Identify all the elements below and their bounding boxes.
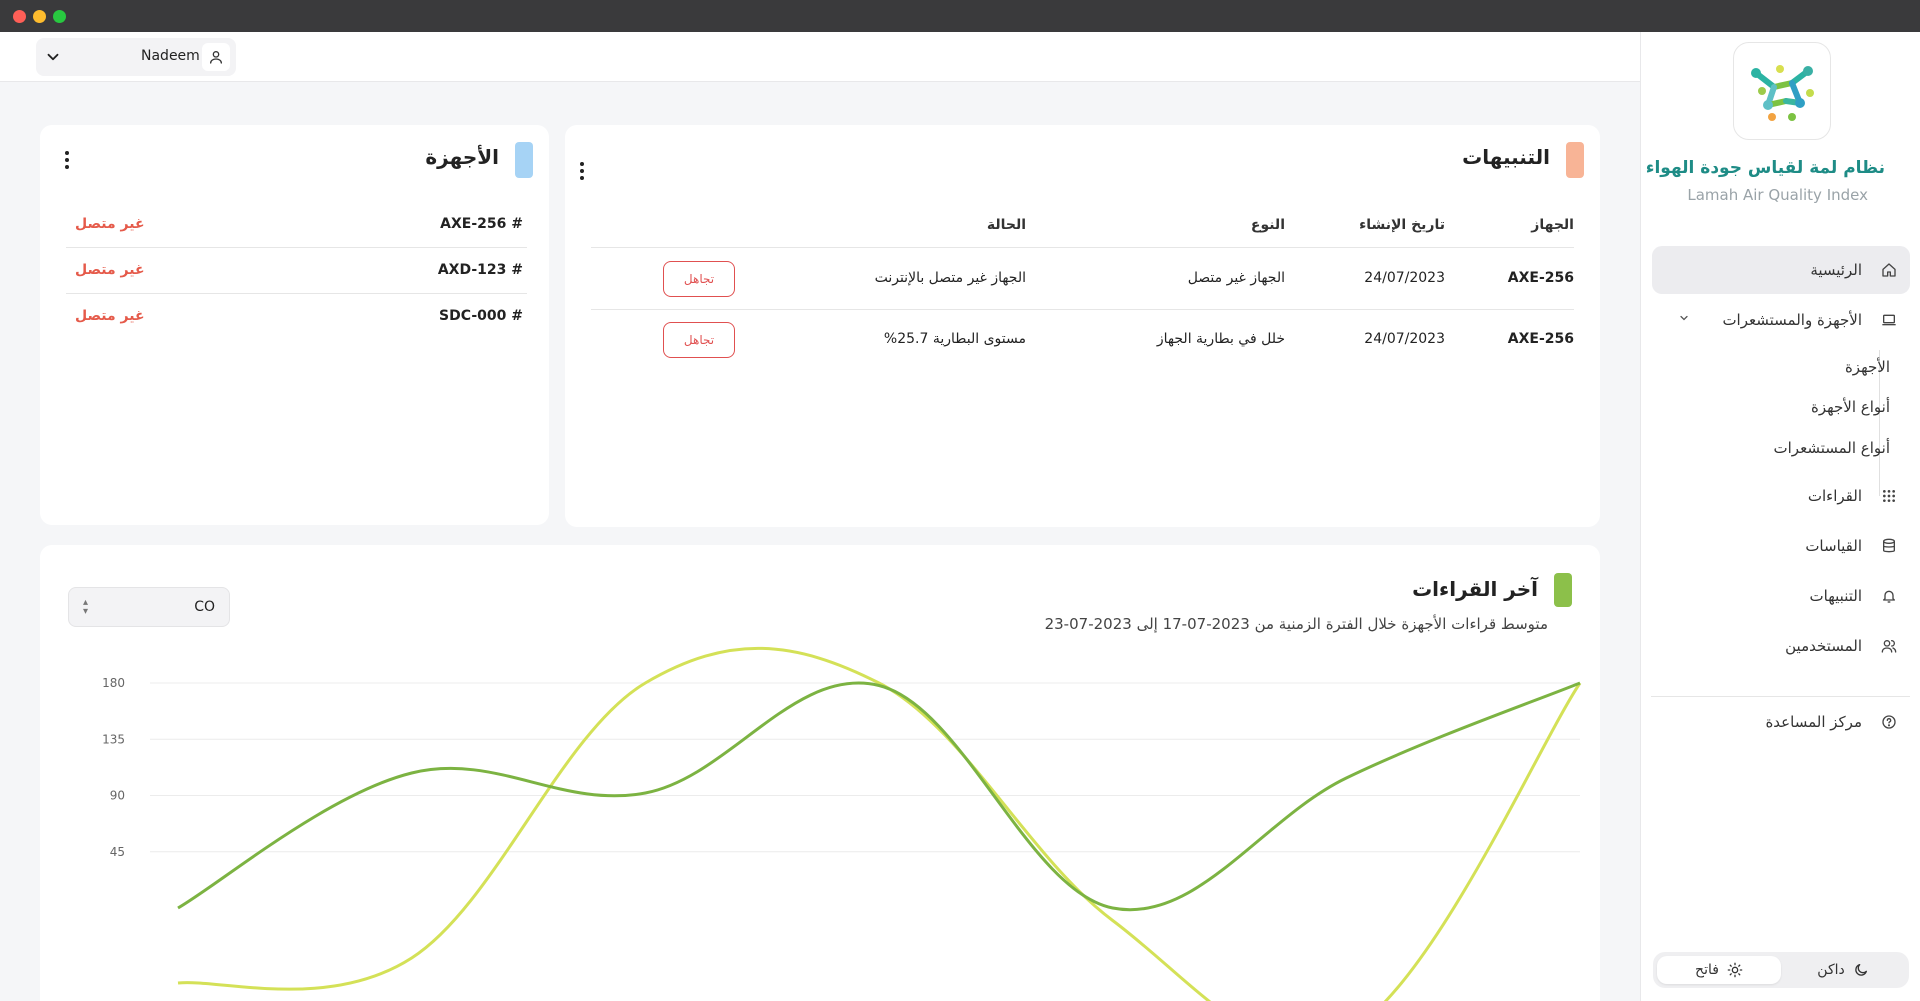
alert-status: مستوى البطارية 25.7% xyxy=(883,331,1026,347)
close-window-button[interactable] xyxy=(13,10,26,23)
alert-created: 24/07/2023 xyxy=(1364,331,1445,347)
database-icon xyxy=(1880,537,1898,555)
alert-type: خلل في بطارية الجهاز xyxy=(1156,331,1285,347)
y-tick-label: 90 xyxy=(110,789,125,803)
list-divider xyxy=(66,247,527,248)
theme-toggle: فاتح داكن xyxy=(1653,952,1909,988)
sidebar-item-alerts[interactable]: التنبيهات xyxy=(1652,572,1910,620)
device-name: AXD-123 # xyxy=(437,262,523,278)
devices-more-button[interactable] xyxy=(60,148,74,172)
theme-dark-button[interactable]: داكن xyxy=(1781,956,1905,984)
devices-card: الأجهزة AXE-256 # غير متصل AXD-123 # غير… xyxy=(40,125,549,525)
top-bar: Nadeem xyxy=(0,32,1640,82)
brand-logo xyxy=(1733,42,1831,140)
user-name: Nadeem xyxy=(141,48,200,64)
list-divider xyxy=(66,293,527,294)
sidebar-item-label: المستخدمين xyxy=(1785,637,1862,655)
table-divider xyxy=(591,247,1574,248)
device-status: غير متصل xyxy=(75,262,145,278)
column-header-device: الجهاز xyxy=(1531,217,1574,233)
alert-type: الجهاز غير متصل xyxy=(1187,270,1285,286)
theme-light-label: فاتح xyxy=(1695,962,1719,978)
alerts-title-mark xyxy=(1566,142,1584,178)
devices-title-mark xyxy=(515,142,533,178)
sidebar-item-label: القياسات xyxy=(1805,537,1862,555)
alert-device: AXE-256 xyxy=(1507,270,1574,286)
column-header-type: النوع xyxy=(1250,217,1285,233)
window-titlebar xyxy=(0,0,1920,32)
sidebar-item-help[interactable]: مركز المساعدة xyxy=(1652,698,1910,746)
sidebar-item-users[interactable]: المستخدمين xyxy=(1652,622,1910,670)
user-icon xyxy=(202,43,230,71)
users-icon xyxy=(1880,637,1898,655)
molecule-logo-icon xyxy=(1751,65,1814,121)
alert-created: 24/07/2023 xyxy=(1364,270,1445,286)
sidebar-item-label: مركز المساعدة xyxy=(1765,713,1862,731)
alerts-more-button[interactable] xyxy=(575,159,589,183)
bell-icon xyxy=(1880,587,1898,605)
home-icon xyxy=(1880,261,1898,279)
y-tick-label: 180 xyxy=(102,676,125,690)
device-status: غير متصل xyxy=(75,216,145,232)
series-line xyxy=(177,646,1582,1001)
alerts-card: التنبيهات الجهاز تاريخ الإنشاء النوع الح… xyxy=(565,125,1600,527)
help-circle-icon xyxy=(1880,713,1898,731)
minimize-window-button[interactable] xyxy=(33,10,46,23)
sidebar: نظام لمة لقياس جودة الهواء Lamah Air Qua… xyxy=(1640,32,1920,1001)
y-tick-label: 135 xyxy=(102,732,125,746)
sidebar-subitem-device-types[interactable]: أنواع الأجهزة xyxy=(1811,398,1890,416)
table-divider xyxy=(591,309,1574,310)
devices-title: الأجهزة xyxy=(425,145,499,169)
readings-card: آخر القراءات متوسط قراءات الأجهزة خلال ا… xyxy=(40,545,1600,1001)
grid-dots-icon xyxy=(1880,487,1898,505)
user-menu-button[interactable]: Nadeem xyxy=(36,38,236,76)
column-header-created: تاريخ الإنشاء xyxy=(1359,217,1445,233)
chevron-down-icon xyxy=(1678,312,1690,328)
y-tick-label: 45 xyxy=(110,845,125,859)
sidebar-item-label: القراءات xyxy=(1807,487,1862,505)
device-status: غير متصل xyxy=(75,308,145,324)
sidebar-subitem-devices[interactable]: الأجهزة xyxy=(1845,358,1890,376)
theme-dark-label: داكن xyxy=(1817,962,1845,978)
brand-title-en: Lamah Air Quality Index xyxy=(1687,186,1868,204)
brand-title-ar: نظام لمة لقياس جودة الهواء xyxy=(1645,158,1885,178)
column-header-status: الحالة xyxy=(986,217,1026,233)
device-name: AXE-256 # xyxy=(440,216,523,232)
sidebar-item-home[interactable]: الرئيسية xyxy=(1652,246,1910,294)
moon-icon xyxy=(1854,964,1867,976)
laptop-icon xyxy=(1880,311,1898,329)
sidebar-item-readings[interactable]: القراءات xyxy=(1652,472,1910,520)
sidebar-item-label: الرئيسية xyxy=(1810,261,1862,279)
ignore-alert-button[interactable]: تجاهل xyxy=(663,261,735,297)
device-name: SDC-000 # xyxy=(439,308,523,324)
sidebar-subitem-sensor-types[interactable]: أنواع المستشعرات xyxy=(1774,439,1890,457)
theme-light-button[interactable]: فاتح xyxy=(1657,956,1781,984)
sidebar-item-measurements[interactable]: القياسات xyxy=(1652,522,1910,570)
ignore-alert-button[interactable]: تجاهل xyxy=(663,322,735,358)
alerts-title: التنبيهات xyxy=(1462,145,1550,169)
maximize-window-button[interactable] xyxy=(53,10,66,23)
chevron-down-icon xyxy=(47,53,59,61)
sun-icon xyxy=(1727,962,1743,978)
series-line xyxy=(177,681,1581,912)
sidebar-item-label: الأجهزة والمستشعرات xyxy=(1722,311,1862,329)
alert-status: الجهاز غير متصل بالإنترنت xyxy=(874,270,1026,286)
sidebar-item-devices-sensors[interactable]: الأجهزة والمستشعرات xyxy=(1652,296,1910,344)
alert-device: AXE-256 xyxy=(1507,331,1574,347)
sidebar-divider xyxy=(1651,696,1910,697)
readings-line-chart: 45 90 135 180 xyxy=(102,646,1582,1001)
sidebar-item-label: التنبيهات xyxy=(1809,587,1862,605)
